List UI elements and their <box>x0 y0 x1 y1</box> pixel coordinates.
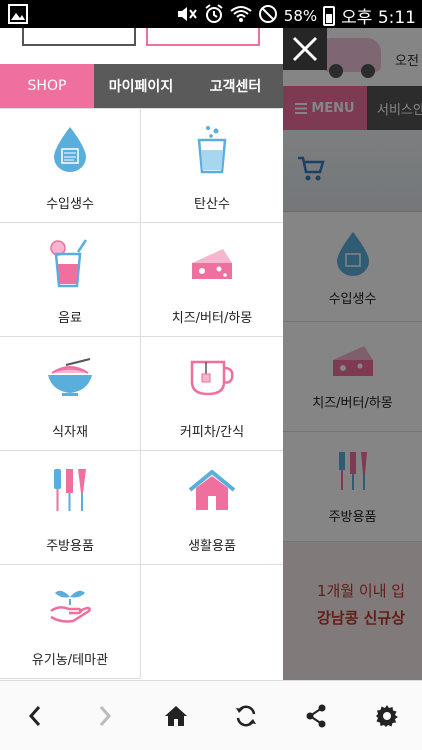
category-label: 생활용품 <box>188 539 236 554</box>
category-cheese[interactable]: 치즈/버터/하몽 <box>141 223 283 337</box>
category-sparkling-water[interactable]: 탄산수 <box>141 109 283 223</box>
category-household[interactable]: 생활용품 <box>141 451 283 565</box>
reload-button[interactable] <box>226 696 266 736</box>
gallery-notification-icon <box>8 4 28 28</box>
mute-icon <box>176 5 198 27</box>
water-drop-icon <box>0 125 140 173</box>
home-button[interactable] <box>156 696 196 736</box>
alarm-icon <box>204 3 224 28</box>
category-imported-water[interactable]: 수입생수 <box>0 109 141 223</box>
top-button-right[interactable] <box>146 28 260 46</box>
back-button[interactable] <box>15 696 55 736</box>
tab-customer-center[interactable]: 고객센터 <box>188 64 283 108</box>
status-bar: 58% 오후 5:11 <box>0 0 422 28</box>
drawer-tabs: SHOP 마이페이지 고객센터 <box>0 64 283 108</box>
home-icon <box>164 705 187 726</box>
chevron-left-icon <box>29 705 41 726</box>
category-kitchenware[interactable]: 주방용품 <box>0 451 141 565</box>
tab-shop[interactable]: SHOP <box>0 64 94 108</box>
empty-cell <box>141 565 283 679</box>
side-drawer: SHOP 마이페이지 고객센터 수입생수 탄산수 음료 치즈/버터/하몽 식자재… <box>0 28 283 680</box>
no-signal-icon <box>258 4 278 28</box>
browser-nav-bar <box>0 680 422 750</box>
close-drawer-button[interactable] <box>283 28 327 70</box>
sprout-hand-icon <box>0 581 140 629</box>
wifi-icon <box>230 5 252 27</box>
category-label: 주방용품 <box>46 539 94 554</box>
clock-time: 오후 5:11 <box>341 8 416 28</box>
share-button[interactable] <box>296 696 336 736</box>
cheese-icon <box>141 239 283 287</box>
battery-icon <box>323 5 336 26</box>
category-grid: 수입생수 탄산수 음료 치즈/버터/하몽 식자재 커피차/간식 주방용품 생활용… <box>0 108 283 679</box>
tab-mypage[interactable]: 마이페이지 <box>94 64 188 108</box>
category-label: 유기농/테마관 <box>31 653 109 668</box>
house-icon <box>141 467 283 515</box>
refresh-icon <box>236 705 257 726</box>
category-label: 치즈/버터/하몽 <box>171 311 253 326</box>
chevron-right-icon <box>100 705 112 726</box>
battery-percent: 58% <box>283 6 318 25</box>
kitchen-utensils-icon <box>0 467 140 515</box>
share-icon <box>306 704 326 727</box>
category-organic-theme[interactable]: 유기농/테마관 <box>0 565 141 679</box>
gear-icon <box>375 704 398 727</box>
noodle-bowl-icon <box>0 353 140 401</box>
top-button-left[interactable] <box>22 28 136 46</box>
category-label: 음료 <box>58 311 82 326</box>
sparkling-glass-icon <box>141 125 283 174</box>
drink-glass-icon <box>0 239 140 288</box>
category-label: 수입생수 <box>46 197 94 212</box>
category-drinks[interactable]: 음료 <box>0 223 141 337</box>
category-ingredients[interactable]: 식자재 <box>0 337 141 451</box>
forward-button[interactable] <box>85 696 125 736</box>
category-coffee-tea[interactable]: 커피차/간식 <box>141 337 283 451</box>
category-label: 커피차/간식 <box>179 425 245 440</box>
settings-button[interactable] <box>367 696 407 736</box>
category-label: 식자재 <box>52 425 88 440</box>
tea-cup-icon <box>141 353 283 401</box>
drawer-top-buttons <box>0 28 283 64</box>
dim-overlay[interactable] <box>283 28 422 680</box>
category-label: 탄산수 <box>194 197 230 212</box>
close-icon <box>292 36 318 62</box>
